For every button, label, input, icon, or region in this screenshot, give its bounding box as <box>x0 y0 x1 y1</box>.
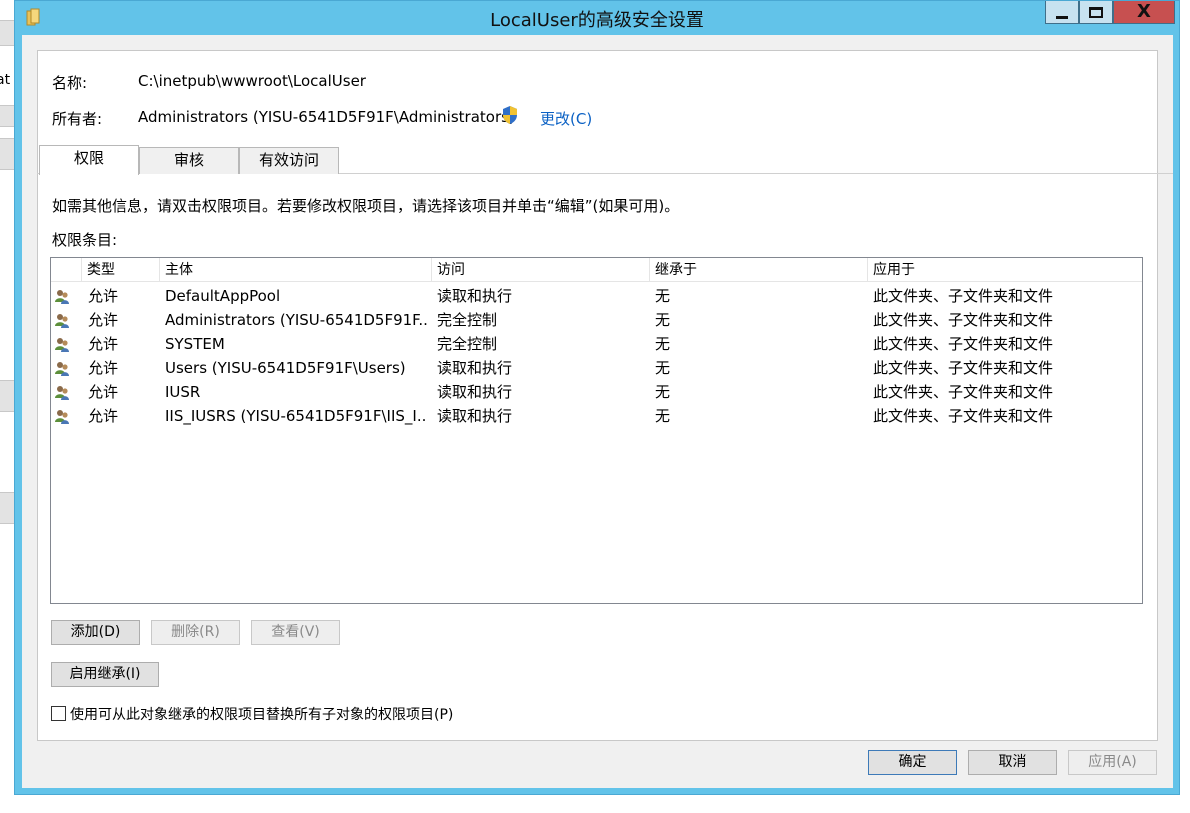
view-button[interactable]: 查看(V) <box>251 620 340 645</box>
background-strip <box>0 492 14 524</box>
column-header-access[interactable]: 访问 <box>432 258 650 282</box>
ok-button[interactable]: 确定 <box>868 750 957 775</box>
name-label: 名称: <box>52 74 88 92</box>
advanced-security-dialog: LocalUser的高级安全设置 X 名称: C:\inetpub\wwwroo… <box>14 0 1180 795</box>
background-window-text: at <box>0 72 11 88</box>
column-header-applies-to[interactable]: 应用于 <box>868 258 1142 282</box>
cell-type: 允许 <box>88 311 119 329</box>
column-header-inherited-from[interactable]: 继承于 <box>650 258 868 282</box>
cell-type: 允许 <box>88 359 119 377</box>
cell-access: 读取和执行 <box>437 383 513 401</box>
cell-inherited-from: 无 <box>655 335 671 353</box>
users-icon <box>55 362 69 376</box>
cell-principal: Users (YISU-6541D5F91F\Users) <box>165 359 406 377</box>
permission-entries-label: 权限条目: <box>52 231 118 249</box>
owner-value: Administrators (YISU-6541D5F91F\Administ… <box>138 108 515 126</box>
table-row[interactable]: 允许 IIS_IUSRS (YISU-6541D5F91F\IIS_I... 读… <box>51 404 1142 428</box>
replace-child-permissions-label: 使用可从此对象继承的权限项目替换所有子对象的权限项目(P) <box>70 707 454 723</box>
cell-applies-to: 此文件夹、子文件夹和文件 <box>873 287 1054 305</box>
users-icon <box>55 290 69 304</box>
table-row[interactable]: 允许 Administrators (YISU-6541D5F91F... 完全… <box>51 308 1142 332</box>
background-window: at <box>0 0 15 600</box>
cell-principal: SYSTEM <box>165 335 225 353</box>
table-row[interactable]: 允许 Users (YISU-6541D5F91F\Users) 读取和执行 无… <box>51 356 1142 380</box>
cell-type: 允许 <box>88 335 119 353</box>
cell-type: 允许 <box>88 407 119 425</box>
background-strip <box>0 105 14 127</box>
cell-applies-to: 此文件夹、子文件夹和文件 <box>873 311 1054 329</box>
users-icon <box>55 338 69 352</box>
cell-access: 读取和执行 <box>437 407 513 425</box>
table-row[interactable]: 允许 SYSTEM 完全控制 无 此文件夹、子文件夹和文件 <box>51 332 1142 356</box>
remove-button[interactable]: 删除(R) <box>151 620 240 645</box>
column-header-type[interactable]: 类型 <box>82 258 160 282</box>
cell-access: 完全控制 <box>437 311 498 329</box>
users-icon <box>55 410 69 424</box>
cell-inherited-from: 无 <box>655 311 671 329</box>
minimize-button[interactable] <box>1045 1 1079 24</box>
users-icon <box>55 314 69 328</box>
cell-type: 允许 <box>88 383 119 401</box>
minimize-icon <box>1056 15 1068 19</box>
cell-inherited-from: 无 <box>655 359 671 377</box>
uac-shield-icon <box>503 106 517 124</box>
cell-applies-to: 此文件夹、子文件夹和文件 <box>873 359 1054 377</box>
column-header-icon[interactable] <box>51 258 82 282</box>
tab-auditing[interactable]: 审核 <box>139 147 239 174</box>
window-title: LocalUser的高级安全设置 <box>490 10 704 31</box>
list-header: 类型 主体 访问 继承于 应用于 <box>51 258 1142 282</box>
cell-type: 允许 <box>88 287 119 305</box>
table-row[interactable]: 允许 IUSR 读取和执行 无 此文件夹、子文件夹和文件 <box>51 380 1142 404</box>
column-header-principal[interactable]: 主体 <box>160 258 432 282</box>
cell-access: 读取和执行 <box>437 359 513 377</box>
cell-inherited-from: 无 <box>655 383 671 401</box>
background-strip <box>0 20 14 46</box>
dialog-client-area: 名称: C:\inetpub\wwwroot\LocalUser 所有者: Ad… <box>22 35 1173 788</box>
maximize-icon <box>1089 6 1103 18</box>
cell-principal: DefaultAppPool <box>165 287 281 305</box>
add-button[interactable]: 添加(D) <box>51 620 140 645</box>
cell-principal: Administrators (YISU-6541D5F91F... <box>165 311 427 329</box>
users-icon <box>55 386 69 400</box>
tab-effective-access[interactable]: 有效访问 <box>239 147 339 174</box>
apply-button[interactable]: 应用(A) <box>1068 750 1157 775</box>
background-strip <box>0 380 14 412</box>
cancel-button[interactable]: 取消 <box>968 750 1057 775</box>
instructions-text: 如需其他信息，请双击权限项目。若要修改权限项目，请选择该项目并单击“编辑”(如果… <box>52 197 680 215</box>
replace-child-permissions-checkbox[interactable] <box>51 706 66 721</box>
maximize-button[interactable] <box>1079 1 1113 24</box>
tab-permissions[interactable]: 权限 <box>39 145 139 175</box>
table-row[interactable]: 允许 DefaultAppPool 读取和执行 无 此文件夹、子文件夹和文件 <box>51 284 1142 308</box>
cell-access: 完全控制 <box>437 335 498 353</box>
owner-label: 所有者: <box>52 110 103 128</box>
cell-inherited-from: 无 <box>655 287 671 305</box>
background-strip <box>0 138 14 170</box>
permission-entries-list[interactable]: 类型 主体 访问 继承于 应用于 允许 DefaultAppPool 读取和执行… <box>50 257 1143 604</box>
close-icon: X <box>1137 1 1151 22</box>
cell-applies-to: 此文件夹、子文件夹和文件 <box>873 407 1054 425</box>
cell-inherited-from: 无 <box>655 407 671 425</box>
close-button[interactable]: X <box>1113 1 1175 24</box>
title-bar[interactable]: LocalUser的高级安全设置 X <box>15 1 1179 35</box>
cell-access: 读取和执行 <box>437 287 513 305</box>
cell-applies-to: 此文件夹、子文件夹和文件 <box>873 335 1054 353</box>
cell-principal: IIS_IUSRS (YISU-6541D5F91F\IIS_I... <box>165 407 427 425</box>
cell-principal: IUSR <box>165 383 201 401</box>
change-owner-link[interactable]: 更改(C) <box>540 108 592 129</box>
cell-applies-to: 此文件夹、子文件夹和文件 <box>873 383 1054 401</box>
enable-inheritance-button[interactable]: 启用继承(I) <box>51 662 159 687</box>
name-value: C:\inetpub\wwwroot\LocalUser <box>138 72 366 90</box>
